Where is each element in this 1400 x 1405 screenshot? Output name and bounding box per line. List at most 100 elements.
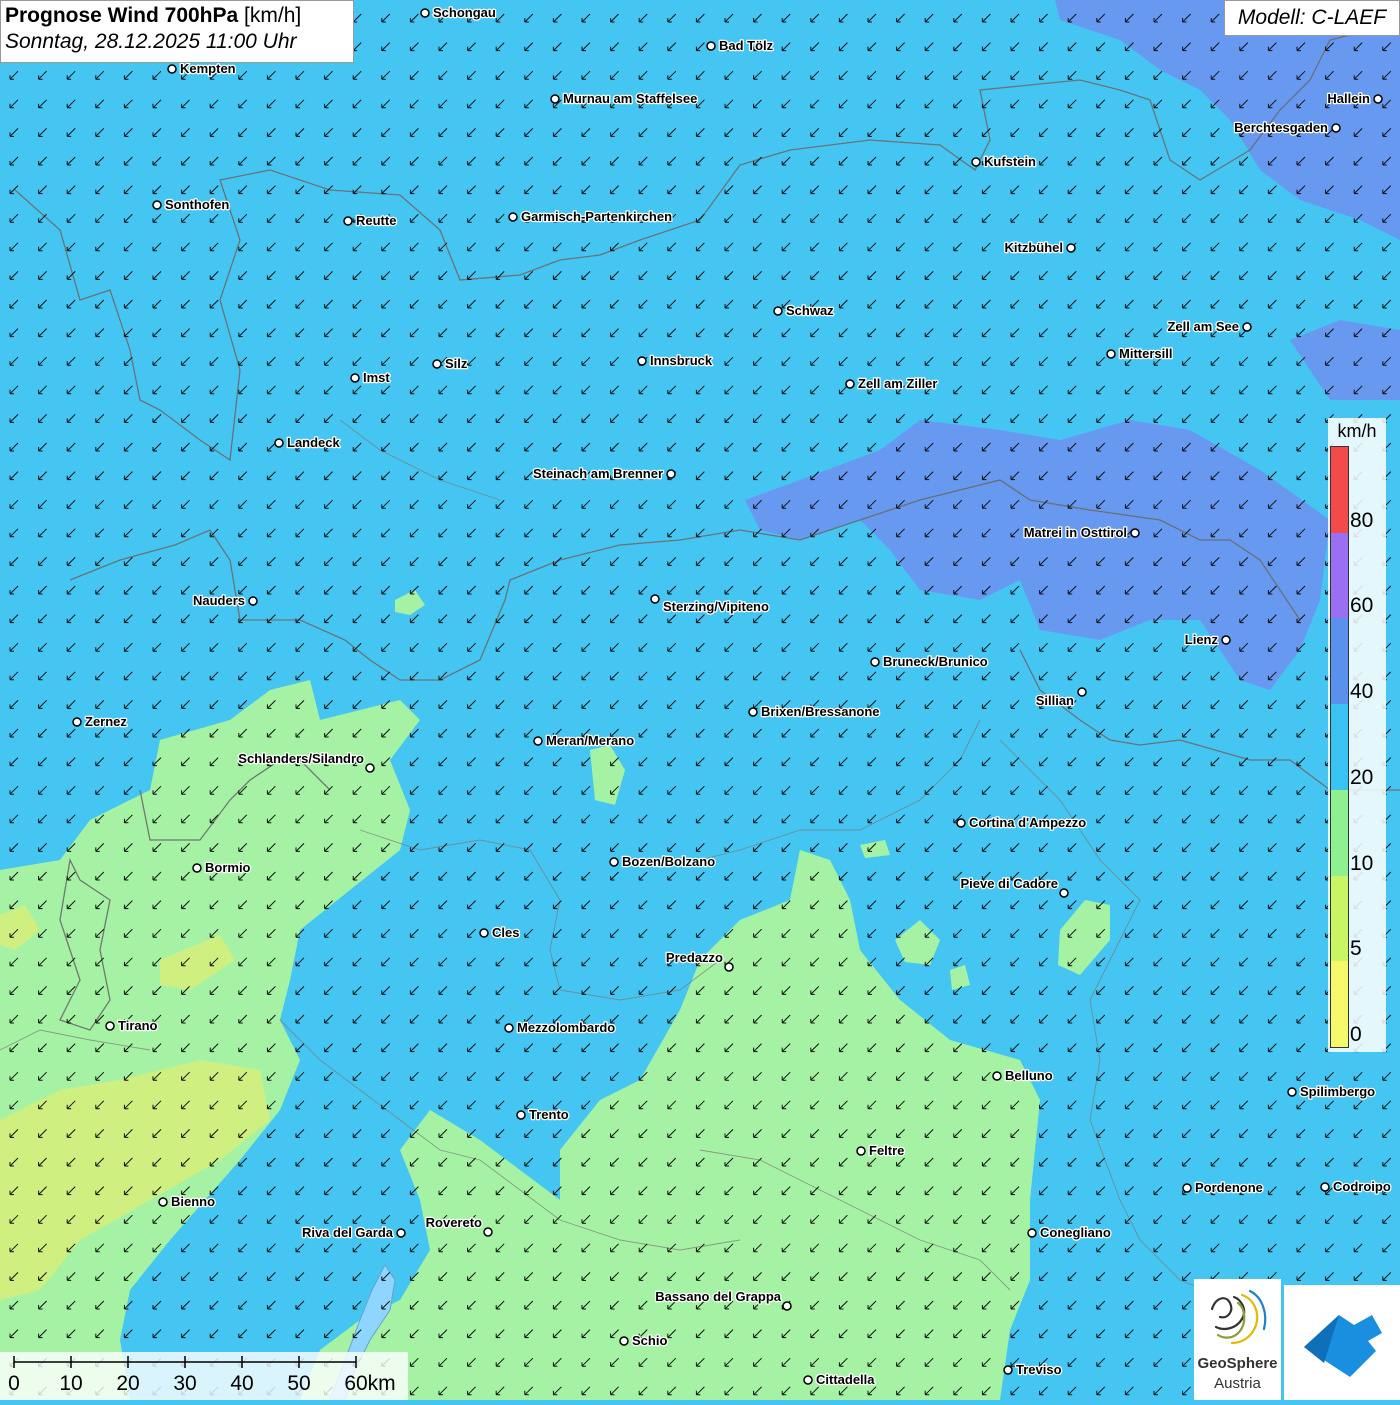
- city-label: Schongau: [433, 5, 496, 20]
- city-label: Murnau am Staffelsee: [563, 91, 697, 106]
- city-dot: [1242, 322, 1252, 332]
- city-dot: [1059, 888, 1069, 898]
- city-marker: Mezzolombardo: [504, 1019, 617, 1036]
- city-dot: [516, 1110, 526, 1120]
- city-dot: [365, 763, 375, 773]
- city-dot: [619, 1336, 629, 1346]
- city-dot: [870, 657, 880, 667]
- city-label: Spilimbergo: [1300, 1084, 1375, 1099]
- city-label: Predazzo: [666, 950, 723, 965]
- city-label: Berchtesgaden: [1234, 120, 1328, 135]
- city-dot: [1077, 687, 1087, 697]
- scale-bar: 0 10 20 30 40 50 60km: [0, 1352, 408, 1400]
- scale-label: 0: [8, 1372, 20, 1395]
- city-label: Mezzolombardo: [517, 1020, 615, 1035]
- city-dot: [152, 200, 162, 210]
- city-label: Belluno: [1005, 1068, 1053, 1083]
- legend-label: 10: [1350, 851, 1374, 875]
- legend-segment: [1331, 704, 1348, 790]
- city-label: Treviso: [1016, 1362, 1062, 1377]
- city-marker: Zell am Ziller: [845, 375, 939, 392]
- city-marker: Garmisch-Partenkirchen: [508, 208, 673, 225]
- city-label: Trento: [529, 1107, 569, 1122]
- city-dot: [666, 469, 676, 479]
- city-dot: [1130, 528, 1140, 538]
- color-legend: km/h 0 5 10 20 40 60 80: [1328, 418, 1386, 1052]
- scale-label: 60km: [344, 1372, 396, 1395]
- city-label: Landeck: [287, 435, 341, 450]
- scale-label: 50: [287, 1372, 311, 1395]
- city-label: Conegliano: [1040, 1225, 1111, 1240]
- legend-label: 60: [1350, 594, 1374, 618]
- city-dot: [748, 707, 758, 717]
- city-dot: [167, 64, 177, 74]
- city-label: Riva del Garda: [302, 1225, 394, 1240]
- city-dot: [274, 438, 284, 448]
- city-dot: [105, 1021, 115, 1031]
- city-label: Kufstein: [984, 154, 1036, 169]
- city-label: Bad Tölz: [719, 38, 774, 53]
- legend-color-bar: [1330, 446, 1349, 1048]
- geosphere-name: GeoSphere: [1197, 1355, 1278, 1372]
- city-label: Brixen/Bressanone: [761, 704, 880, 719]
- city-dot: [192, 863, 202, 873]
- city-label: Matrei in Osttirol: [1024, 525, 1127, 540]
- legend-unit: km/h: [1337, 421, 1377, 441]
- city-dot: [803, 1375, 813, 1385]
- city-marker: Meran/Merano: [533, 732, 635, 749]
- city-label: Cortina d'Ampezzo: [969, 815, 1086, 830]
- city-label: Sillian: [1036, 693, 1074, 708]
- city-dot: [845, 379, 855, 389]
- city-dot: [420, 8, 430, 18]
- city-dot: [971, 157, 981, 167]
- city-label: Hallein: [1327, 91, 1370, 106]
- city-label: Tirano: [118, 1018, 158, 1033]
- map-title: Prognose Wind 700hPa [km/h]: [5, 4, 349, 28]
- city-label: Schio: [632, 1333, 667, 1348]
- city-label: Feltre: [869, 1143, 904, 1158]
- city-dot: [1320, 1182, 1330, 1192]
- city-dot: [637, 356, 647, 366]
- city-dot: [479, 928, 489, 938]
- city-label: Garmisch-Partenkirchen: [521, 209, 672, 224]
- city-dot: [1182, 1183, 1192, 1193]
- city-label: Bienno: [171, 1194, 215, 1209]
- city-marker: Zell am See: [1166, 318, 1252, 335]
- city-dot: [1221, 635, 1231, 645]
- city-label: Sterzing/Vipiteno: [663, 599, 769, 614]
- city-dot: [158, 1197, 168, 1207]
- city-dot: [1066, 243, 1076, 253]
- city-label: Mittersill: [1119, 346, 1172, 361]
- city-dot: [350, 373, 360, 383]
- city-dot: [956, 818, 966, 828]
- city-label: Meran/Merano: [546, 733, 634, 748]
- geosphere-logo: GeoSphere Austria: [1194, 1279, 1281, 1400]
- scale-label: 10: [59, 1372, 83, 1395]
- city-marker: Pordenone: [1182, 1179, 1264, 1196]
- city-label: Codroipo: [1333, 1179, 1391, 1194]
- city-label: Zell am See: [1167, 319, 1239, 334]
- city-dot: [1003, 1365, 1013, 1375]
- map-title-unit: [km/h]: [244, 4, 302, 27]
- city-label: Nauders: [193, 593, 245, 608]
- legend-segment: [1331, 618, 1348, 705]
- city-label: Silz: [445, 356, 468, 371]
- legend-segment: [1331, 532, 1348, 619]
- city-marker: Matrei in Osttirol: [1022, 524, 1140, 541]
- city-label: Steinach am Brenner: [533, 466, 663, 481]
- legend-segment: [1331, 875, 1348, 962]
- legend-segment: [1331, 961, 1348, 1047]
- city-dot: [1027, 1228, 1037, 1238]
- city-dot: [533, 736, 543, 746]
- city-label: Lienz: [1185, 632, 1219, 647]
- city-marker: Bozen/Bolzano: [609, 853, 716, 870]
- wind-map: Schongau Bad Tölz Kempten Murnau am Staffel…: [0, 0, 1400, 1400]
- city-dot: [856, 1146, 866, 1156]
- city-dot: [609, 857, 619, 867]
- city-label: Pieve di Cadore: [960, 876, 1058, 891]
- city-dot: [1331, 123, 1341, 133]
- legend-label: 40: [1350, 680, 1374, 704]
- city-dot: [483, 1227, 493, 1237]
- city-label: Sonthofen: [165, 197, 229, 212]
- city-dot: [724, 962, 734, 972]
